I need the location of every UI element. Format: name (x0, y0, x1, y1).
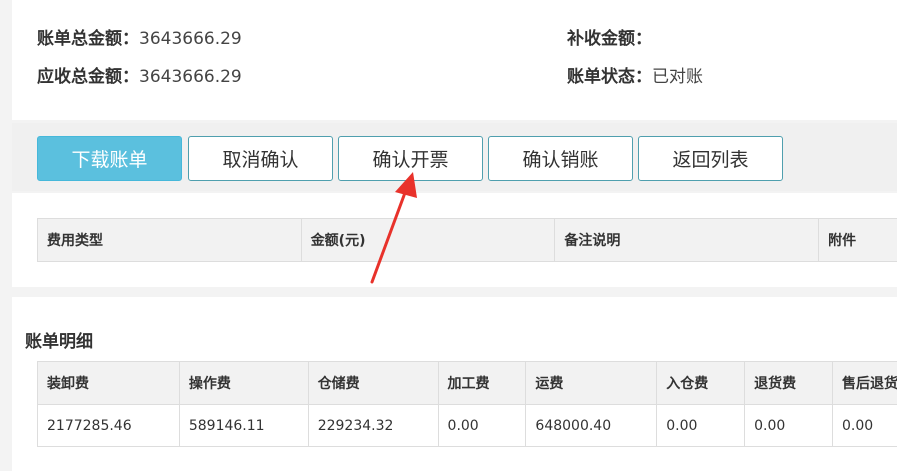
fee-table-header-row: 费用类型 金额(元) 备注说明 附件 (37, 218, 897, 262)
detail-header-aftersale-return: 售后退货 (832, 361, 897, 405)
supplement-amount: 补收金额： (567, 24, 652, 49)
fee-header-remark: 备注说明 (554, 218, 820, 262)
bill-status-value: 已对账 (652, 67, 703, 87)
detail-cell-operation: 589146.11 (178, 404, 309, 447)
bill-total-amount: 账单总金额：3643666.29 (37, 24, 242, 49)
fee-header-type: 费用类型 (37, 218, 302, 262)
detail-header-inbound: 入仓费 (656, 361, 746, 405)
detail-cell-freight: 648000.40 (525, 404, 658, 447)
bill-total-label: 账单总金额： (37, 29, 139, 49)
bill-status-label: 账单状态： (567, 67, 652, 87)
bill-detail-title: 账单明细 (25, 332, 93, 352)
bill-detail-table: 装卸费 操作费 仓储费 加工费 运费 入仓费 退货费 售后退货 2177285.… (37, 361, 897, 447)
detail-header-row: 装卸费 操作费 仓储费 加工费 运费 入仓费 退货费 售后退货 (37, 361, 897, 405)
bill-status: 账单状态：已对账 (567, 62, 703, 87)
detail-header-operation: 操作费 (178, 361, 309, 405)
confirm-invoice-button[interactable]: 确认开票 (338, 136, 483, 181)
detail-header-storage: 仓储费 (307, 361, 439, 405)
detail-cell-processing: 0.00 (437, 404, 527, 447)
detail-cell-aftersale-return: 0.00 (832, 404, 897, 447)
bill-total-value: 3643666.29 (139, 29, 242, 49)
supplement-label: 补收金额： (567, 29, 652, 49)
receivable-total-value: 3643666.29 (139, 67, 242, 87)
detail-header-processing: 加工费 (437, 361, 527, 405)
detail-cell-inbound: 0.00 (656, 404, 746, 447)
detail-cell-return: 0.00 (744, 404, 833, 447)
detail-header-return: 退货费 (744, 361, 833, 405)
detail-header-loading: 装卸费 (37, 361, 180, 405)
action-toolbar: 下载账单 取消确认 确认开票 确认销账 返回列表 (12, 123, 897, 191)
fee-header-amount: 金额(元) (300, 218, 556, 262)
fee-header-attachment: 附件 (818, 218, 897, 262)
detail-header-freight: 运费 (525, 361, 658, 405)
back-to-list-button[interactable]: 返回列表 (638, 136, 783, 181)
table-row: 2177285.46 589146.11 229234.32 0.00 6480… (37, 404, 897, 447)
confirm-writeoff-button[interactable]: 确认销账 (488, 136, 633, 181)
fee-table: 费用类型 金额(元) 备注说明 附件 (37, 218, 897, 262)
detail-cell-storage: 229234.32 (307, 404, 439, 447)
bill-summary-panel (12, 0, 897, 120)
detail-cell-loading: 2177285.46 (37, 404, 180, 447)
cancel-confirm-button[interactable]: 取消确认 (188, 136, 333, 181)
receivable-total-label: 应收总金额： (37, 67, 139, 87)
receivable-total-amount: 应收总金额：3643666.29 (37, 62, 242, 87)
download-bill-button[interactable]: 下载账单 (37, 136, 182, 181)
